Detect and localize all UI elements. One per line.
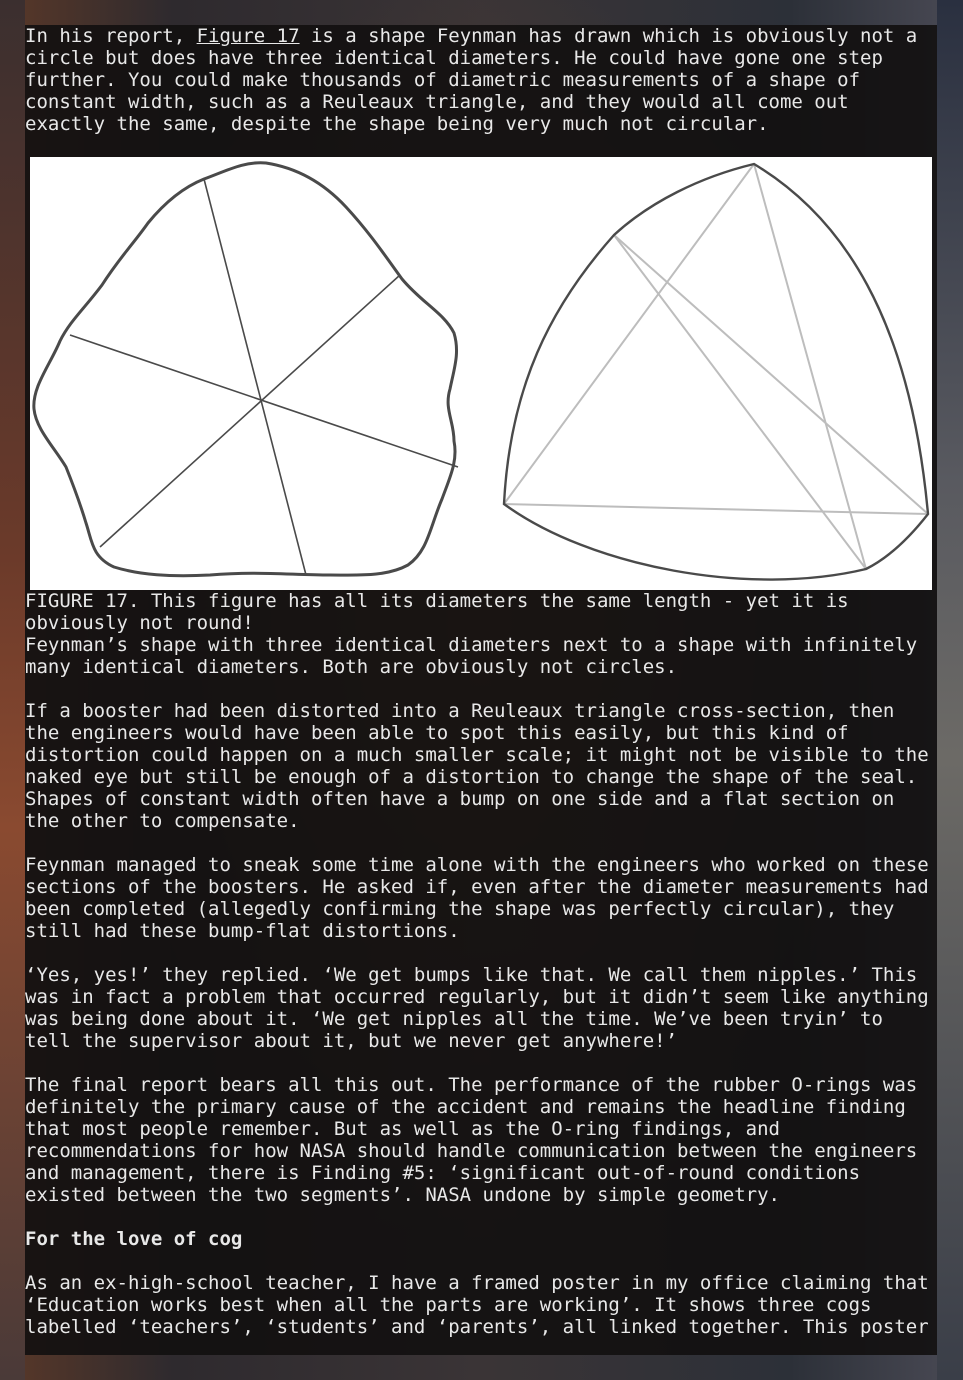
background-right-edge	[937, 0, 963, 1380]
feynman-diameter-2	[69, 334, 459, 468]
reader-text-panel: In his report, Figure 17 is a shape Feyn…	[25, 25, 937, 1355]
figure-caption-title: FIGURE 17. This figure has all its diame…	[25, 590, 861, 634]
paragraph-intro-text-start: In his report,	[25, 25, 197, 47]
paragraph-feynman-engineers: Feynman managed to sneak some time alone…	[25, 854, 929, 942]
reuleaux-diameter-3	[503, 503, 929, 515]
figure-17-link[interactable]: Figure 17	[197, 25, 300, 47]
paragraph-final-report: The final report bears all this out. The…	[25, 1074, 929, 1206]
feynman-diameter-1	[203, 178, 307, 576]
section-heading: For the love of cog	[25, 1228, 243, 1250]
reuleaux-diameter-1	[503, 163, 755, 505]
figure-caption-description: Feynman’s shape with three identical dia…	[25, 634, 929, 678]
paragraph-teacher-poster: As an ex-high-school teacher, I have a f…	[25, 1272, 929, 1338]
reuleaux-diameter-4	[613, 234, 867, 570]
figure-17-drawing	[32, 161, 930, 581]
feynman-shape-outline	[32, 161, 458, 578]
paragraph-engineers-reply: ‘Yes, yes!’ they replied. ‘We get bumps …	[25, 964, 929, 1052]
paragraph-intro: In his report, Figure 17 is a shape Feyn…	[25, 25, 937, 135]
figure-17-image	[30, 157, 932, 590]
paragraph-booster-distortion: If a booster had been distorted into a R…	[25, 700, 929, 832]
feynman-diameter-3	[99, 274, 401, 548]
reuleaux-diameter-2	[753, 163, 867, 570]
background-left-edge	[0, 0, 25, 1380]
reuleaux-diameter-5	[613, 234, 929, 515]
